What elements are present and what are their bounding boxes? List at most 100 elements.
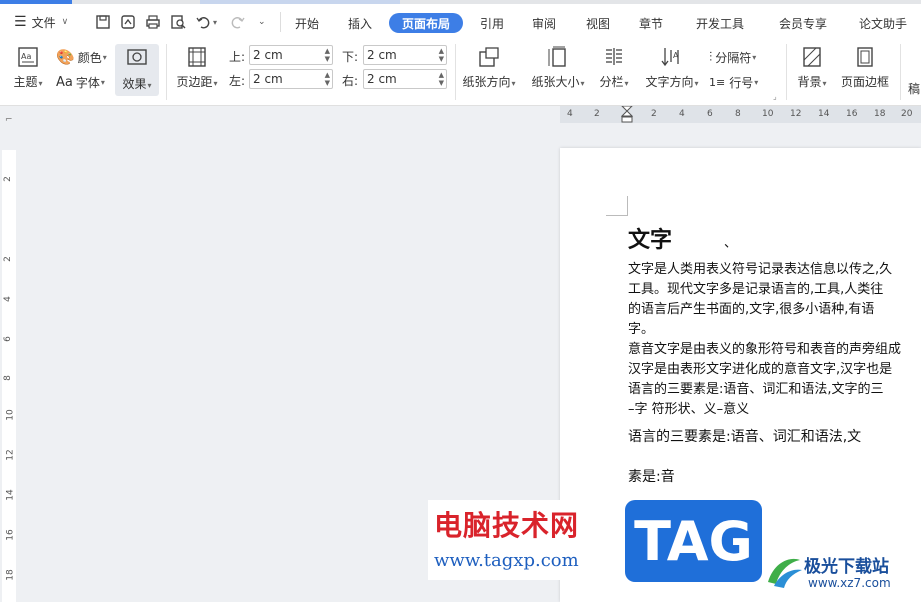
ruler-tick: 16	[5, 529, 16, 541]
hamburger-icon: ☰	[14, 14, 27, 30]
margin-bottom-label: 下:	[342, 50, 359, 64]
spinner-arrows-icon[interactable]: ▲ ▼	[325, 47, 330, 63]
paper-size-button[interactable]: 纸张大小▾	[527, 46, 589, 90]
text-direction-label: 文字方向	[645, 75, 694, 89]
ruler-tick: 10	[762, 109, 774, 119]
ruler-tick: 20	[901, 109, 913, 119]
document-heading: 文字	[628, 227, 673, 253]
ruler-tick: 18	[5, 569, 16, 581]
ribbon-divider	[166, 44, 167, 100]
tab-paper-assistant[interactable]: 论文助手	[853, 13, 913, 33]
spinner-arrows-icon[interactable]: ▲ ▼	[325, 71, 330, 87]
vertical-ruler[interactable]: 2 2 4 6 8 10 12 14 16 18	[2, 150, 16, 602]
page-break-icon: ⫶	[709, 49, 713, 65]
tab-references[interactable]: 引用	[474, 13, 510, 33]
tab-review[interactable]: 审阅	[526, 13, 562, 33]
line-numbers-label: 行号	[729, 75, 754, 90]
watermark-brand2-url: www.xz7.com	[808, 576, 891, 590]
tab-insert[interactable]: 插入	[342, 13, 378, 33]
svg-text:Aa: Aa	[21, 52, 31, 61]
theme-label: 主题	[13, 75, 38, 89]
columns-button[interactable]: 分栏▾	[596, 46, 632, 90]
undo-icon[interactable]: ▾	[195, 4, 217, 40]
print-icon[interactable]	[145, 4, 161, 40]
margin-bottom-value: 2 cm	[367, 48, 397, 62]
margin-top-label: 上:	[229, 50, 246, 64]
text-direction-icon: A	[661, 48, 679, 67]
ruler-tick: 6	[707, 109, 713, 119]
ruler-tick: 4	[567, 109, 573, 119]
margins-button[interactable]: 页边距▾	[172, 46, 222, 90]
tab-member[interactable]: 会员专享	[773, 13, 833, 33]
tab-view[interactable]: 视图	[580, 13, 616, 33]
breaks-label: 分隔符	[715, 50, 752, 65]
line-numbers-button[interactable]: 1≡ 行号 ▾	[709, 72, 758, 92]
redo-icon[interactable]	[230, 4, 246, 40]
watermark-site-url: www.tagxp.com	[434, 550, 579, 571]
ribbon-divider	[900, 44, 901, 100]
ruler-tick: 4	[679, 109, 685, 119]
ribbon-toolbar: Aa 主题▾ 🎨 颜色 ▾ Aa 字体 ▾ 效果▾ 页边距▾ 上: 2 cm ▲ ▼ 下…	[0, 40, 921, 106]
spinner-arrows-icon[interactable]: ▲ ▼	[439, 71, 444, 87]
colors-label: 颜色	[77, 50, 102, 65]
save-icon[interactable]	[95, 4, 111, 40]
ruler-tick: 14	[818, 109, 830, 119]
quick-access-more-icon[interactable]: ⌄	[258, 4, 266, 40]
ruler-corner-icon: ⌐	[5, 115, 13, 125]
paragraph-line: 语言的三要素是:语音、词汇和语法,文	[628, 429, 862, 445]
print-preview-icon[interactable]	[170, 4, 186, 40]
indent-marker-icon[interactable]	[621, 106, 633, 123]
margin-top-value: 2 cm	[253, 48, 283, 62]
columns-icon	[606, 48, 622, 65]
tab-developer-tools[interactable]: 开发工具	[690, 13, 750, 33]
effects-label: 效果	[122, 77, 147, 91]
spinner-arrows-icon[interactable]: ▲ ▼	[439, 47, 444, 63]
orientation-icon	[479, 47, 499, 67]
theme-button[interactable]: Aa 主题▾	[10, 46, 46, 90]
aurora-logo-icon	[768, 558, 802, 588]
chevron-down-icon[interactable]: ▾	[213, 18, 217, 27]
margins-label: 页边距	[176, 75, 213, 89]
text-direction-button[interactable]: A 文字方向▾	[641, 46, 703, 90]
margin-right-input[interactable]: 2 cm ▲ ▼	[363, 69, 447, 89]
tab-home[interactable]: 开始	[288, 13, 326, 33]
effects-button[interactable]: 效果▾	[115, 44, 159, 96]
tab-chapter[interactable]: 章节	[633, 13, 669, 33]
paragraph-line: 工具。现代文字多是记录语言的,工具,人类往	[628, 282, 884, 297]
margin-corner-mark	[606, 196, 628, 216]
margin-left-value: 2 cm	[253, 72, 283, 86]
horizontal-ruler[interactable]: 4 2 2 4 6 8 10 12 14 16 18 20	[560, 106, 921, 123]
breaks-button[interactable]: ⫶ 分隔符 ▾	[709, 47, 756, 67]
background-label: 背景	[797, 75, 822, 89]
fonts-button[interactable]: Aa 字体 ▾	[56, 72, 105, 92]
tab-page-layout[interactable]: 页面布局	[389, 13, 463, 33]
watermark-site-box: 电脑技术网 www.tagxp.com	[428, 500, 618, 580]
ruler-tick: 10	[5, 409, 16, 421]
dialog-launcher-icon[interactable]: ⌟	[773, 92, 777, 101]
page-border-button[interactable]: 页面边框	[838, 46, 892, 90]
ruler-tick: 2	[594, 109, 600, 119]
paper-size-icon	[548, 46, 566, 67]
background-icon	[803, 47, 821, 67]
paragraph-line: 文字是人类用表义符号记录表达信息以传之,久	[628, 262, 893, 277]
margin-bottom-input[interactable]: 2 cm ▲ ▼	[363, 45, 447, 65]
columns-label: 分栏	[599, 75, 624, 89]
ruler-tick: 18	[874, 109, 886, 119]
cut-label[interactable]: 稿	[908, 80, 920, 97]
heading-mark: 、	[724, 236, 738, 251]
orientation-button[interactable]: 纸张方向▾	[459, 46, 519, 90]
margin-top-input[interactable]: 2 cm ▲ ▼	[249, 45, 333, 65]
background-button[interactable]: 背景▾	[792, 46, 832, 90]
file-menu[interactable]: ☰ 文件 ∨	[14, 4, 68, 40]
ruler-tick: 2	[2, 256, 13, 262]
font-aa-icon: Aa	[56, 74, 73, 90]
line-numbers-icon: 1≡	[709, 75, 726, 89]
margin-left-input[interactable]: 2 cm ▲ ▼	[249, 69, 333, 89]
chevron-down-icon: ∨	[61, 17, 69, 27]
watermark-brand2: 极光下载站 www.xz7.com	[764, 548, 914, 598]
watermark-brand2-name: 极光下载站	[804, 557, 889, 577]
ruler-tick: 8	[2, 375, 13, 381]
export-pdf-icon[interactable]	[120, 4, 136, 40]
colors-button[interactable]: 🎨 颜色 ▾	[56, 47, 107, 67]
ruler-tick: 14	[5, 489, 16, 501]
